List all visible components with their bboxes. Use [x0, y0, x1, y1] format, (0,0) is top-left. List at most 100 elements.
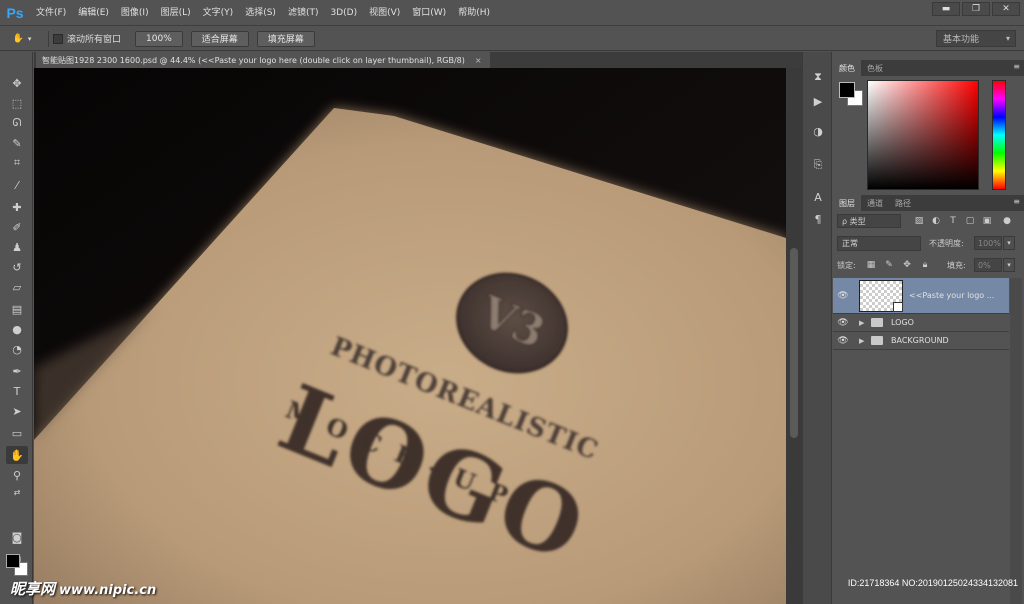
menu-image[interactable]: 图像(I) [115, 0, 155, 26]
fit-screen-button[interactable]: 适合屏幕 [190, 30, 249, 47]
collapsed-panels-strip: ⧗ ▶ ◑ ⎘ A ¶ [802, 52, 832, 604]
layer-row[interactable]: 👁︎ <<Paste your logo ... [833, 278, 1009, 314]
document-canvas[interactable]: V3 PHOTOREALISTIC LOGO MOCK-UP [34, 68, 786, 604]
menu-select[interactable]: 选择(S) [239, 0, 282, 26]
chevron-down-icon: ▾ [27, 34, 32, 43]
lasso-tool-icon[interactable]: ᘏ [6, 114, 28, 132]
color-picker-field[interactable] [867, 80, 979, 190]
adjustment-filter-icon[interactable]: ◐ [930, 215, 942, 227]
opacity-field[interactable]: 100% [974, 236, 1002, 250]
eye-icon[interactable]: 👁︎ [833, 336, 853, 346]
type-tool-icon[interactable]: T [6, 382, 28, 400]
document-tab-title: 智能贴图1928 2300 1600.psd @ 44.4% (<<Paste … [42, 55, 465, 65]
close-button[interactable]: ✕ [992, 2, 1020, 16]
properties-panel-icon[interactable]: ⎘ [808, 156, 828, 174]
tab-color[interactable]: 颜色 [833, 60, 861, 76]
actions-panel-icon[interactable]: ▶ [808, 92, 828, 110]
menu-filter[interactable]: 滤镜(T) [282, 0, 325, 26]
type-filter-icon[interactable]: T [947, 215, 959, 227]
tool-preset-picker[interactable]: ✋ ▾ [0, 34, 44, 44]
fill-dropdown[interactable]: ▾ [1003, 258, 1015, 272]
layer-thumbnail[interactable] [859, 279, 903, 312]
shape-filter-icon[interactable]: ▢ [964, 215, 976, 227]
eraser-tool-icon[interactable]: ▱ [6, 278, 28, 296]
tab-layers[interactable]: 图层 [833, 195, 861, 211]
blend-mode-select[interactable]: 正常 [837, 236, 921, 251]
history-brush-tool-icon[interactable]: ↺ [6, 258, 28, 276]
tab-swatches[interactable]: 色板 [861, 60, 889, 76]
eye-icon[interactable]: 👁︎ [833, 318, 853, 328]
hand-tool-icon[interactable]: ✋ [6, 446, 28, 464]
chevron-down-icon: ▾ [1005, 34, 1010, 43]
blur-tool-icon[interactable]: ● [6, 320, 28, 338]
opacity-label: 不透明度: [929, 239, 964, 248]
document-tab[interactable]: 智能贴图1928 2300 1600.psd @ 44.4% (<<Paste … [36, 52, 490, 68]
marquee-tool-icon[interactable]: ⬚ [6, 94, 28, 112]
menu-type[interactable]: 文字(Y) [197, 0, 240, 26]
crop-tool-icon[interactable]: ⌗ [6, 154, 28, 172]
eye-icon[interactable]: 👁︎ [833, 291, 853, 301]
pen-tool-icon[interactable]: ✒ [6, 362, 28, 380]
filter-toggle-icon[interactable]: ● [1001, 215, 1013, 227]
menu-edit[interactable]: 编辑(E) [72, 0, 115, 26]
brush-tool-icon[interactable]: ✐ [6, 218, 28, 236]
dodge-tool-icon[interactable]: ◔ [6, 340, 28, 358]
paragraph-panel-icon[interactable]: ¶ [808, 210, 828, 228]
move-tool-icon[interactable]: ✥ [6, 74, 28, 92]
lock-all-icon[interactable]: 🔒︎ [919, 259, 931, 271]
smart-object-filter-icon[interactable]: ▣ [981, 215, 993, 227]
panel-menu-icon[interactable]: ≡ [1013, 62, 1020, 71]
expand-arrow-icon[interactable]: ▶ [859, 319, 869, 327]
canvas-vertical-scrollbar[interactable] [786, 68, 802, 604]
layer-filter-select[interactable]: ρ 类型 [837, 214, 901, 228]
adjustments-panel-icon[interactable]: ◑ [808, 122, 828, 140]
rectangle-tool-icon[interactable]: ▭ [6, 424, 28, 442]
restore-button[interactable]: ❐ [962, 2, 990, 16]
menu-file[interactable]: 文件(F) [30, 0, 72, 26]
quick-selection-tool-icon[interactable]: ✎ [6, 134, 28, 152]
color-panel-foreground-swatch[interactable] [839, 82, 855, 98]
scroll-all-windows-checkbox[interactable] [53, 33, 63, 44]
watermark-brand: 昵享网 [10, 580, 56, 598]
menu-layer[interactable]: 图层(L) [155, 0, 197, 26]
layer-row[interactable]: 👁︎ ▶ LOGO [833, 314, 1009, 332]
healing-brush-tool-icon[interactable]: ✚ [6, 198, 28, 216]
menu-bar: Ps 文件(F) 编辑(E) 图像(I) 图层(L) 文字(Y) 选择(S) 滤… [0, 0, 1024, 26]
layers-scrollbar[interactable] [1010, 278, 1022, 604]
lock-position-icon[interactable]: ✥ [901, 259, 913, 271]
gradient-tool-icon[interactable]: ▤ [6, 300, 28, 318]
workspace-value: 基本功能 [943, 35, 980, 45]
swap-colors-icon[interactable]: ⇄ [6, 486, 28, 498]
menu-view[interactable]: 视图(V) [363, 0, 406, 26]
path-selection-tool-icon[interactable]: ➤ [6, 402, 28, 420]
scrollbar-thumb[interactable] [790, 248, 798, 438]
hue-slider[interactable] [992, 80, 1006, 190]
menu-3d[interactable]: 3D(D) [324, 0, 363, 26]
eyedropper-tool-icon[interactable]: ⁄ [6, 176, 28, 194]
zoom-100-button[interactable]: 100% [135, 30, 183, 47]
zoom-tool-icon[interactable]: ⚲ [6, 466, 28, 484]
menu-window[interactable]: 窗口(W) [406, 0, 452, 26]
fill-screen-button[interactable]: 填充屏幕 [256, 30, 315, 47]
watermark-right: ID:21718364 NO:20190125024334132081 [847, 578, 1018, 588]
fill-field[interactable]: 0% [974, 258, 1002, 272]
panel-menu-icon[interactable]: ≡ [1013, 197, 1020, 206]
foreground-color-swatch[interactable] [6, 554, 20, 568]
layer-row[interactable]: 👁︎ ▶ BACKGROUND [833, 332, 1009, 350]
lock-image-icon[interactable]: ✎ [883, 259, 895, 271]
workspace-select[interactable]: 基本功能 ▾ [936, 30, 1016, 47]
hand-icon: ✋ [12, 33, 24, 44]
expand-arrow-icon[interactable]: ▶ [859, 337, 869, 345]
history-panel-icon[interactable]: ⧗ [808, 68, 828, 86]
character-panel-icon[interactable]: A [808, 188, 828, 206]
tab-channels[interactable]: 通道 [861, 195, 889, 211]
menu-help[interactable]: 帮助(H) [452, 0, 496, 26]
close-tab-icon[interactable]: × [475, 56, 482, 65]
quick-mask-icon[interactable]: ◙ [6, 528, 28, 546]
pixel-filter-icon[interactable]: ▨ [913, 215, 925, 227]
minimize-button[interactable]: ▬ [932, 2, 960, 16]
opacity-dropdown[interactable]: ▾ [1003, 236, 1015, 250]
lock-transparent-icon[interactable]: ▦ [865, 259, 877, 271]
tab-paths[interactable]: 路径 [889, 195, 917, 211]
clone-stamp-tool-icon[interactable]: ♟ [6, 238, 28, 256]
